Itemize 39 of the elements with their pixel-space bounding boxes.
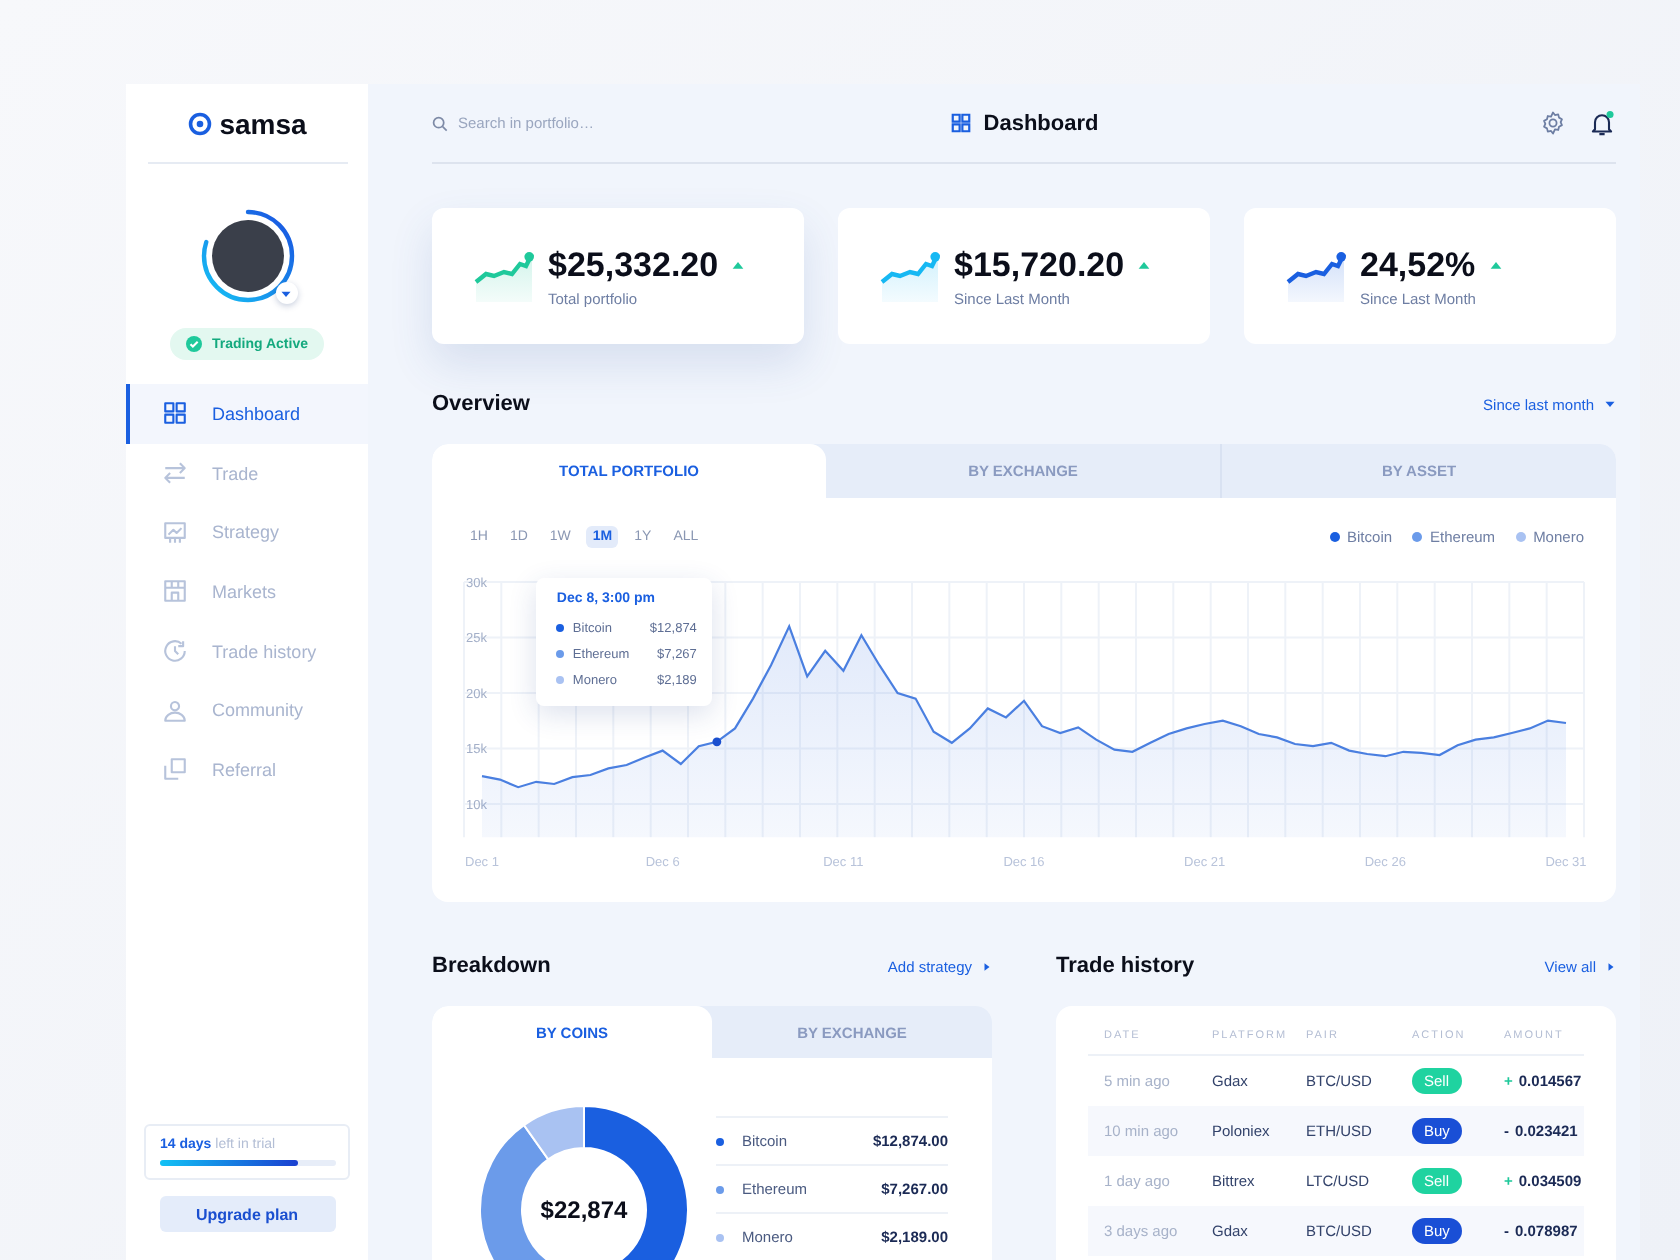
- caret-icon: [1604, 398, 1616, 410]
- swap-arrows-icon: [162, 460, 188, 487]
- stat-value: $25,332.20: [548, 245, 719, 285]
- caret-icon: [982, 961, 992, 971]
- nav-item[interactable]: Trade history: [126, 621, 368, 681]
- section-title: Trade history: [1056, 954, 1195, 978]
- section-title: Breakdown: [432, 954, 551, 978]
- trend-up-icon: [1138, 261, 1151, 269]
- trend-up-icon: [1489, 261, 1502, 269]
- logo-icon: [187, 111, 212, 135]
- donut-total: $22,874: [538, 1196, 630, 1224]
- chart-board-icon: [162, 519, 188, 546]
- page-title: Dashboard: [983, 111, 1099, 135]
- trend-up-icon: [732, 261, 745, 269]
- bell-icon[interactable]: [1588, 109, 1616, 137]
- link-icon: [162, 756, 188, 783]
- nav-item[interactable]: Referral: [126, 740, 368, 800]
- brand-name: samsa: [219, 107, 307, 139]
- caret-icon[interactable]: [275, 282, 297, 304]
- stat-value: 24,52%: [1360, 245, 1476, 285]
- nav-item[interactable]: Community: [126, 680, 368, 741]
- storefront-icon: [162, 578, 188, 605]
- clock-icon: [162, 638, 188, 665]
- hover-point: [712, 737, 722, 747]
- section-title: Overview: [432, 392, 530, 416]
- avatar[interactable]: [211, 220, 283, 292]
- upgrade-button[interactable]: Upgrade plan: [159, 1196, 335, 1232]
- grid-icon: [949, 112, 972, 134]
- nav-item[interactable]: Trade: [126, 443, 368, 503]
- check-icon: [186, 336, 202, 352]
- stat-value: $15,720.20: [954, 245, 1125, 285]
- settings-icon[interactable]: [1540, 110, 1566, 136]
- grid-icon: [162, 400, 188, 427]
- people-icon: [162, 697, 188, 724]
- nav-item[interactable]: Strategy: [126, 502, 368, 563]
- search-icon: [432, 115, 448, 131]
- nav-item[interactable]: Markets: [126, 562, 368, 622]
- nav-item[interactable]: Dashboard: [126, 384, 368, 444]
- caret-icon: [1606, 961, 1616, 971]
